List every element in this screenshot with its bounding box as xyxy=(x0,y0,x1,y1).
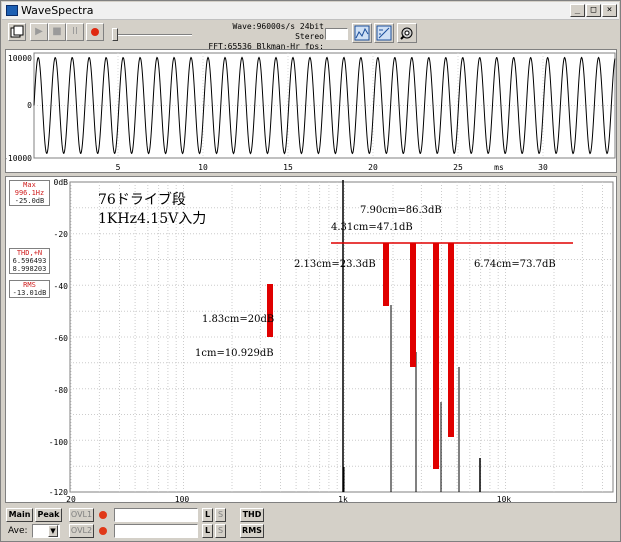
spec-y-label: -40 xyxy=(54,282,69,291)
thd-label: THD,+N xyxy=(16,249,43,257)
rms-readout: RMS -13.01dB xyxy=(9,280,50,298)
slider-knob[interactable] xyxy=(112,28,118,41)
record-button[interactable] xyxy=(86,23,104,41)
peak-button[interactable]: Peak xyxy=(35,508,62,522)
wave-x-label: 10 xyxy=(198,163,208,172)
waveform-graph: 10000 0 -10000 5 10 15 20 25 ms 30 xyxy=(6,52,616,172)
toolbar: ▶ ■ II Wave:96000s/s 24bit Stereo FFT:65… xyxy=(2,21,619,52)
spectrum-panel: 0dB -20 -40 -60 -80 -100 -120 20 100 1k … xyxy=(5,176,617,504)
rms-value: -13.01dB xyxy=(12,289,47,297)
annotation-bar xyxy=(448,243,454,437)
s-button[interactable]: S xyxy=(215,524,226,538)
title-bar[interactable]: WaveSpectra _ □ × xyxy=(2,2,619,20)
chevron-down-icon[interactable]: ▼ xyxy=(48,525,58,537)
thd-button[interactable]: THD xyxy=(240,508,264,522)
wave-y-label: 10000 xyxy=(8,54,32,63)
spec-y-label: -60 xyxy=(54,334,69,343)
annotation-text: 1.83cm=20dB xyxy=(202,314,275,325)
annotation-title-2: 1KHz4.15V入力 xyxy=(98,211,207,227)
minimize-button[interactable]: _ xyxy=(570,4,585,17)
ovl1-indicator[interactable]: OVL1 xyxy=(69,508,94,522)
l-button[interactable]: L xyxy=(202,524,213,538)
annotation-text: 2.13cm=23.3dB xyxy=(294,259,376,270)
record-indicator-icon[interactable] xyxy=(99,511,107,519)
annotation-title-1: 76ドライブ段 xyxy=(98,192,186,208)
annotation-bar xyxy=(410,243,416,367)
rms-label: RMS xyxy=(23,281,36,289)
maximize-button[interactable]: □ xyxy=(586,4,601,17)
settings-icon[interactable] xyxy=(397,23,417,43)
l-button[interactable]: L xyxy=(202,508,213,522)
stream-info: Wave:96000s/s 24bit Stereo FFT:65536 Blk… xyxy=(202,22,324,52)
spec-y-label: -100 xyxy=(49,438,68,447)
annotation-bar xyxy=(433,243,439,469)
average-label: Ave: xyxy=(8,526,28,536)
annotation-text: 6.74cm=73.7dB xyxy=(474,259,556,270)
spec-y-label: -80 xyxy=(54,386,69,395)
spec-x-label: 10k xyxy=(497,495,512,504)
max-freq: 996.1Hz xyxy=(14,189,45,197)
record-icon xyxy=(91,28,99,36)
bottom-controls: Main Peak OVL1 L S THD Ave: ▼ OVL2 L S R… xyxy=(2,504,619,541)
spectrum-view-icon[interactable] xyxy=(352,23,372,43)
average-select[interactable]: ▼ xyxy=(32,524,60,538)
app-icon xyxy=(6,5,18,16)
stop-button[interactable]: ■ xyxy=(48,23,66,41)
spec-y-label: 0dB xyxy=(54,178,69,187)
ovl2-indicator[interactable]: OVL2 xyxy=(69,524,94,538)
position-slider[interactable] xyxy=(112,27,192,41)
wave-x-label: 25 xyxy=(453,163,463,172)
record-indicator-icon[interactable] xyxy=(99,527,107,535)
max-level: -25.0dB xyxy=(14,197,45,205)
s-button[interactable]: S xyxy=(215,508,226,522)
waveform-panel: 10000 0 -10000 5 10 15 20 25 ms 30 xyxy=(5,49,617,173)
scale-view-icon[interactable] xyxy=(374,23,394,43)
rms-button[interactable]: RMS xyxy=(240,524,264,538)
annotation-text: 4.31cm=47.1dB xyxy=(331,222,413,233)
close-button[interactable]: × xyxy=(602,4,617,17)
spec-x-label: 100 xyxy=(175,495,190,504)
wave-x-label: 30 xyxy=(538,163,548,172)
main-button[interactable]: Main xyxy=(6,508,33,522)
wave-y-label: 0 xyxy=(27,101,32,110)
wave-format-text: Wave:96000s/s 24bit Stereo xyxy=(232,22,324,41)
wave-x-axis: 5 10 15 20 25 ms 30 xyxy=(116,163,548,172)
annotation-text: 1cm=10.929dB xyxy=(195,348,274,359)
app-window: WaveSpectra _ □ × ▶ ■ II Wave:96000s/s 2… xyxy=(0,0,621,542)
window-title: WaveSpectra xyxy=(21,4,94,17)
wave-x-unit: ms xyxy=(494,163,504,172)
play-button[interactable]: ▶ xyxy=(30,23,48,41)
wave-x-label: 15 xyxy=(283,163,293,172)
open-file-icon[interactable] xyxy=(8,23,26,41)
annotation-text: 7.90cm=86.3dB xyxy=(360,205,442,216)
spec-x-label: 20 xyxy=(66,495,76,504)
wave-x-label: 20 xyxy=(368,163,378,172)
annotation-bar xyxy=(267,284,273,337)
level-meter-1 xyxy=(114,508,198,522)
spec-x-label: 1k xyxy=(338,495,348,504)
level-meter-2 xyxy=(114,524,198,538)
thd-value-1: 6.596493 xyxy=(12,257,47,265)
thd-readout: THD,+N 6.596493 8.998203 xyxy=(9,248,50,274)
max-readout: Max 996.1Hz -25.0dB xyxy=(9,180,50,206)
wave-y-label: -10000 xyxy=(6,154,32,163)
thd-value-2: 8.998203 xyxy=(12,265,47,273)
annotation-bar xyxy=(383,243,389,306)
pause-button[interactable]: II xyxy=(66,23,84,41)
wave-x-label: 5 xyxy=(116,163,121,172)
fps-field xyxy=(325,28,348,40)
spec-y-label: -20 xyxy=(54,230,69,239)
max-label: Max xyxy=(23,181,36,189)
